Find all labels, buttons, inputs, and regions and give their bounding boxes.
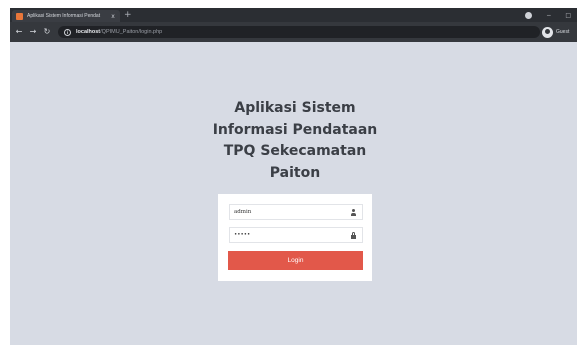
favicon-icon <box>16 12 23 20</box>
url-path: /QPIMU_Paiton/login.php <box>100 29 163 35</box>
login-form: Login <box>218 194 372 281</box>
page-title-line: Informasi Pendataan <box>212 121 378 138</box>
address-bar[interactable]: i localhost /QPIMU_Paiton/login.php <box>58 26 540 38</box>
info-icon[interactable]: i <box>64 28 71 36</box>
tab-title: Aplikasi Sistem Informasi Pendat <box>27 13 101 19</box>
page-title-line: Aplikasi Sistem <box>234 100 356 116</box>
maximize-button[interactable]: □ <box>565 12 571 19</box>
back-arrow-icon[interactable]: ← <box>14 26 24 38</box>
new-tab-button[interactable]: + <box>124 9 132 21</box>
profile-button[interactable]: Guest <box>542 26 569 38</box>
minimize-button[interactable]: − <box>546 12 551 19</box>
forward-arrow-icon[interactable]: → <box>28 26 38 38</box>
browser-tab[interactable]: Aplikasi Sistem Informasi Pendat x <box>12 10 120 22</box>
tab-close-icon[interactable]: x <box>109 13 117 20</box>
url-host: localhost <box>76 29 101 35</box>
password-field-wrapper <box>229 227 363 243</box>
window-controls: − □ <box>525 9 571 21</box>
password-input[interactable] <box>234 232 344 238</box>
avatar-icon <box>542 26 553 38</box>
page-title-line: Paiton <box>269 164 321 181</box>
login-button[interactable]: Login <box>228 251 363 270</box>
lock-icon <box>350 232 357 239</box>
username-field-wrapper <box>229 204 363 220</box>
page-title: Aplikasi Sistem Informasi Pendataan TPQ … <box>195 98 395 184</box>
extension-icon[interactable] <box>525 11 533 19</box>
browser-titlebar: Aplikasi Sistem Informasi Pendat x + − □ <box>10 8 577 22</box>
page-title-line: TPQ Sekecamatan <box>223 143 367 159</box>
profile-label: Guest <box>556 29 570 35</box>
page-content: Aplikasi Sistem Informasi Pendataan TPQ … <box>10 42 577 345</box>
user-icon <box>350 209 357 216</box>
browser-window: Aplikasi Sistem Informasi Pendat x + − □… <box>10 8 577 345</box>
reload-icon[interactable]: ↻ <box>42 26 52 38</box>
username-input[interactable] <box>234 209 344 215</box>
browser-toolbar: ← → ↻ i localhost /QPIMU_Paiton/login.ph… <box>10 22 577 42</box>
